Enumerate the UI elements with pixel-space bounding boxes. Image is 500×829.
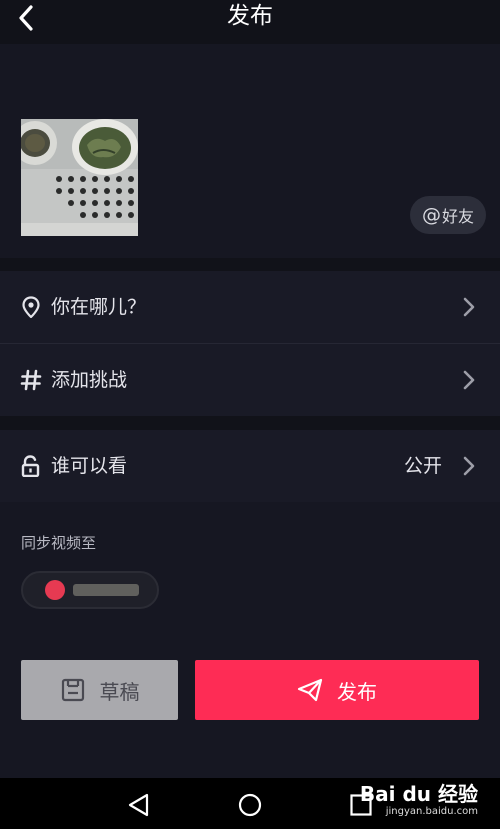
location-pin-icon [22, 296, 40, 318]
chevron-right-icon [463, 370, 475, 390]
page-title: 发布 [227, 3, 273, 29]
baidu-watermark: Bai du 经验 jingyan.baidu.com [360, 783, 478, 819]
thumbnail-image [21, 119, 138, 236]
draft-save-icon [61, 678, 84, 702]
visibility-value: 公开 [403, 455, 442, 477]
video-thumbnail[interactable] [21, 119, 138, 236]
send-icon [297, 678, 323, 702]
blurred-app-name [73, 584, 139, 596]
location-label: 你在哪儿？ [51, 296, 147, 318]
back-triangle-icon[interactable] [126, 792, 152, 818]
app-logo-icon [45, 580, 65, 600]
who-can-view-row[interactable]: 谁可以看 公开 [0, 430, 500, 502]
top-bar: 发布 [0, 0, 500, 44]
chevron-right-icon [463, 456, 475, 476]
watermark-url: jingyan.baidu.com [385, 806, 478, 817]
who-can-view-label: 谁可以看 [51, 455, 128, 477]
sync-target-toggle[interactable] [21, 571, 159, 609]
mention-friends-label: 好友 [441, 207, 474, 226]
at-symbol: @ [421, 204, 441, 226]
section-gap [0, 258, 500, 271]
mention-friends-button[interactable]: @ 好友 [410, 196, 486, 234]
watermark-main-text: Bai du 经验 [359, 782, 478, 806]
publish-button[interactable]: 发布 [195, 660, 479, 720]
draft-label: 草稿 [99, 679, 140, 704]
add-challenge-label: 添加挑战 [51, 369, 128, 391]
location-row[interactable]: 你在哪儿？ [0, 271, 500, 343]
hashtag-icon [20, 369, 42, 391]
home-circle-icon[interactable] [237, 792, 263, 818]
sync-video-title: 同步视频至 [21, 534, 97, 552]
chevron-right-icon [463, 297, 475, 317]
section-gap [0, 416, 500, 430]
unlock-icon [21, 455, 40, 477]
add-challenge-row[interactable]: 添加挑战 [0, 344, 500, 416]
publish-label: 发布 [337, 679, 377, 704]
save-draft-button[interactable]: 草稿 [21, 660, 178, 720]
caption-area[interactable]: @ 好友 [0, 44, 500, 258]
